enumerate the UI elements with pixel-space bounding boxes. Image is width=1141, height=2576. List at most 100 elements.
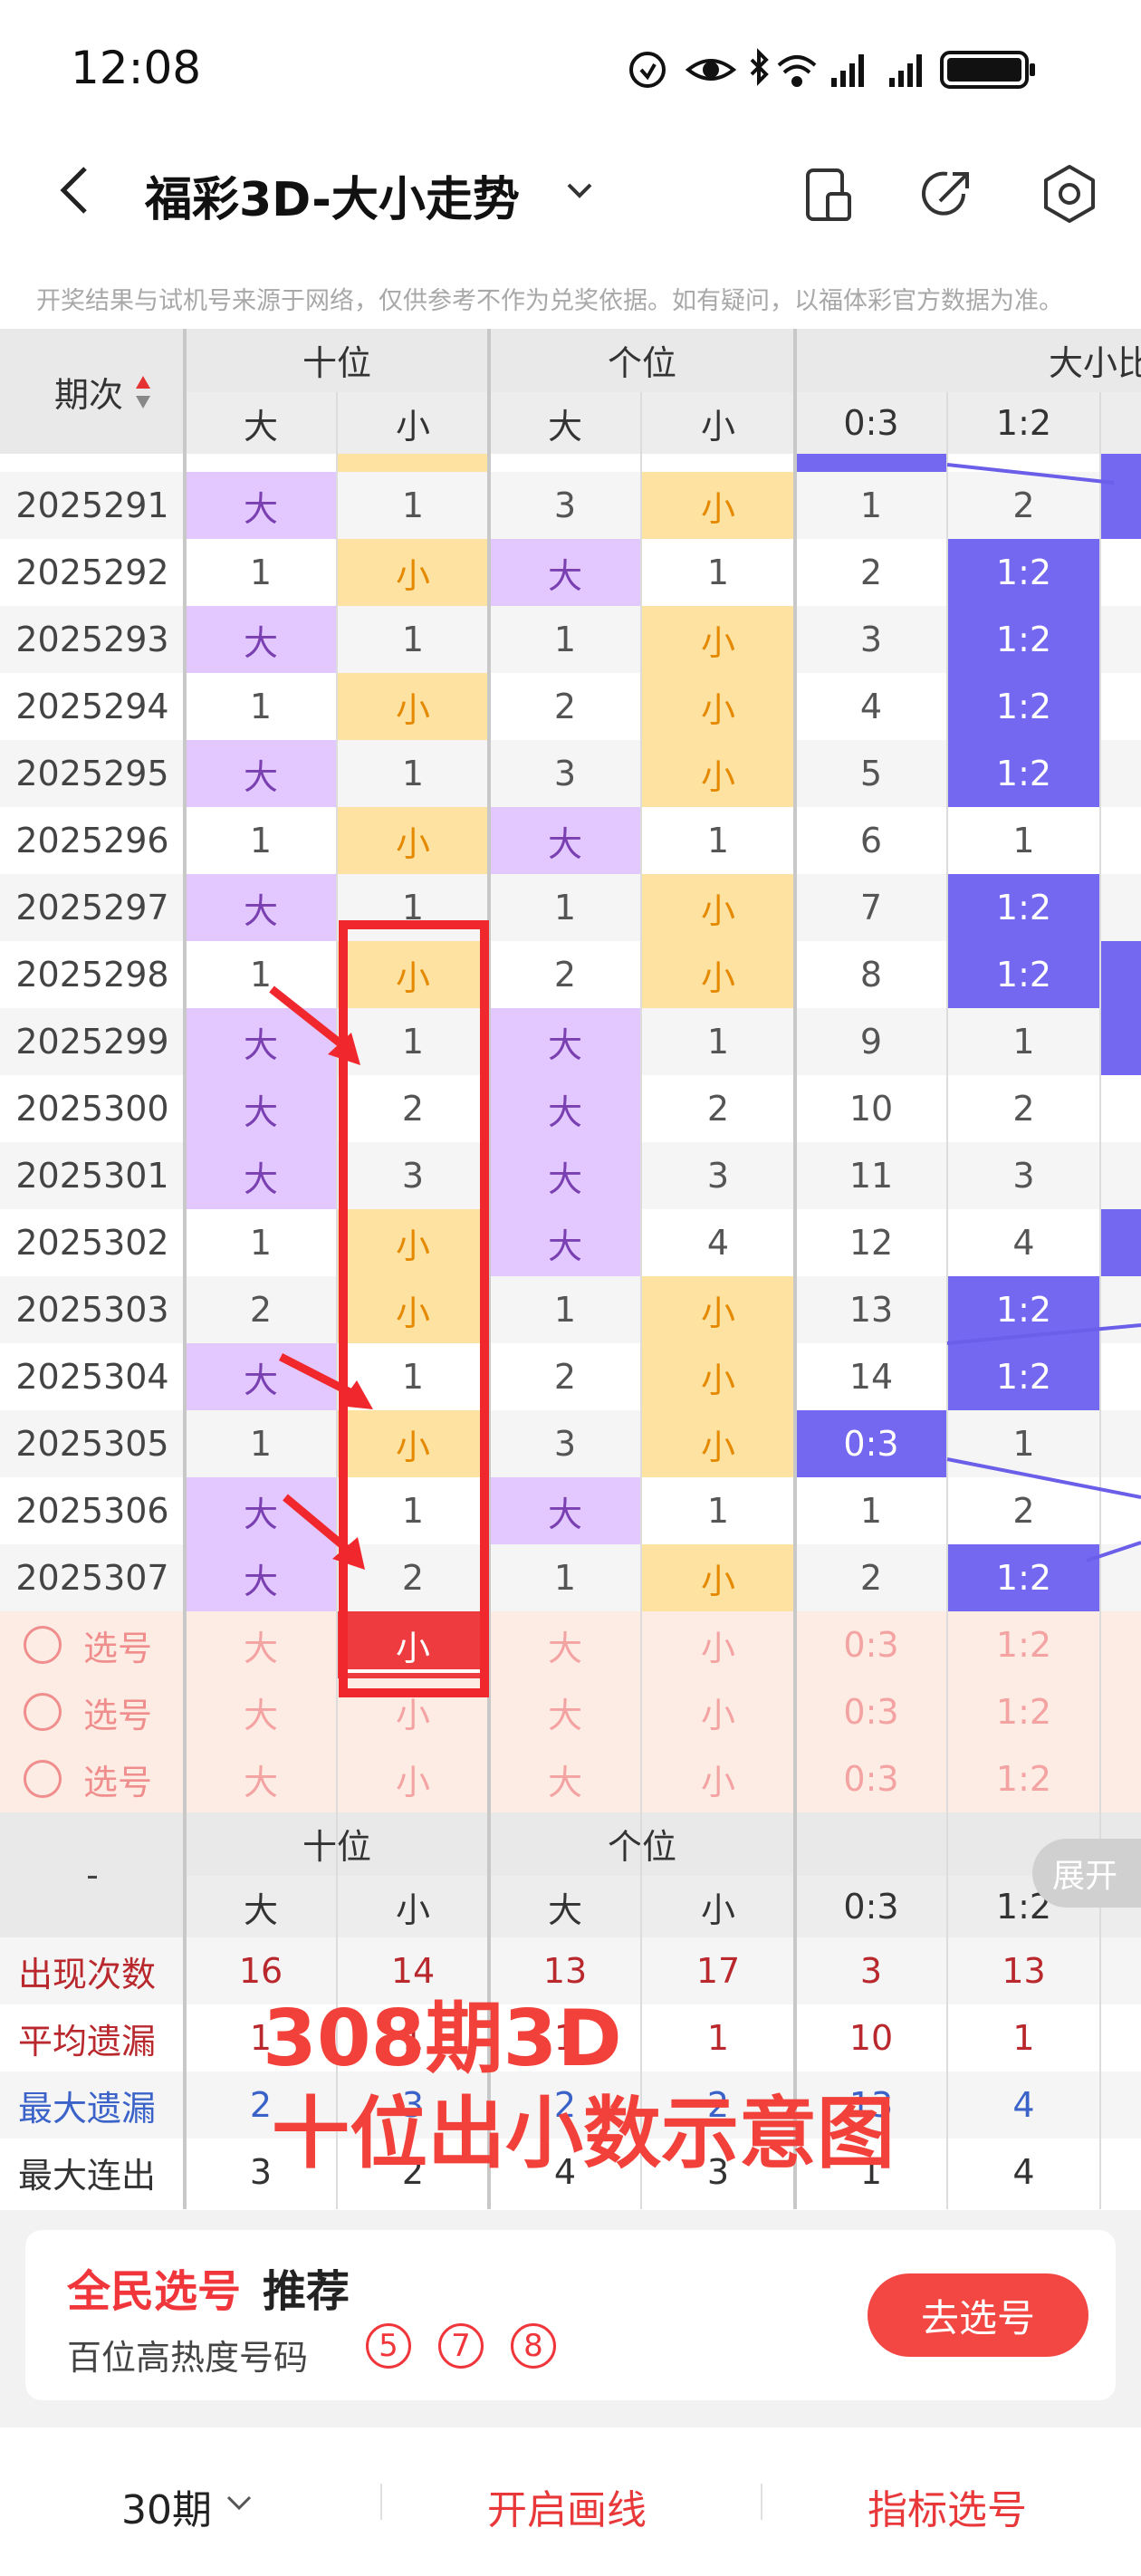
subheader-label: 小 [700, 406, 735, 447]
subheader-label: 0:3 [843, 1887, 899, 1927]
select-cell[interactable]: 大 [185, 1678, 337, 1745]
select-radio-icon[interactable] [24, 1760, 62, 1798]
trend-cell: 2 [859, 553, 883, 592]
select-cell[interactable]: 小 [641, 1745, 795, 1812]
trend-cell: 11 [849, 1156, 894, 1196]
settings-icon[interactable] [1037, 161, 1102, 226]
stat-label: 出现次数 [18, 1954, 157, 1994]
period-cell: 2025292 [15, 553, 169, 592]
trend-cell: 小 [641, 472, 795, 539]
select-radio-icon[interactable] [24, 1626, 62, 1664]
trend-table[interactable]: 期次 十位 个位 大小比大小大小 0:3 1:2 2025291 大 1 3 小 1 2 2025292 1… [0, 329, 1141, 2209]
select-cell[interactable]: 大 [489, 1745, 641, 1812]
period-cell: 2025298 [15, 955, 169, 995]
period-header[interactable]: 期次 [0, 329, 185, 454]
period-cell: 2025305 [15, 1424, 169, 1464]
subheader-label: 小 [395, 406, 430, 447]
trend-cell: 小 [641, 1343, 795, 1410]
select-cell[interactable]: 1:2 [947, 1745, 1100, 1812]
trend-cell: 0:3 [795, 1410, 947, 1477]
trend-cell: 大 [489, 1075, 641, 1142]
trend-cell: 12 [849, 1223, 894, 1263]
trend-cell: 2 [553, 687, 577, 726]
status-icons [629, 48, 1035, 89]
chevron-down-icon[interactable] [223, 2486, 255, 2519]
trend-cell: 大 [489, 1209, 641, 1276]
trend-cell: 1 [401, 620, 425, 659]
row-stub [1100, 454, 1141, 472]
trend-cell: 2 [1012, 1491, 1035, 1531]
trend-cell: 1 [401, 485, 425, 525]
select-cell[interactable]: 大 [489, 1611, 641, 1678]
back-icon[interactable] [51, 163, 105, 217]
sort-icon[interactable] [134, 374, 152, 410]
trend-cell: 大 [489, 1008, 641, 1075]
annotation-line2: 十位出小数示意图 [272, 2089, 895, 2179]
trend-cell: 小 [337, 673, 489, 740]
trend-cell: 大 [489, 807, 641, 874]
trend-cell: 1:2 [947, 874, 1100, 941]
trend-cell: 4 [1012, 1223, 1035, 1263]
period-cell: 2025297 [15, 888, 169, 928]
indicator-select-button[interactable]: 指标选号 [868, 2477, 1027, 2535]
period-cell: 2025295 [15, 754, 169, 793]
select-cell[interactable]: 1:2 [947, 1678, 1100, 1745]
go-select-button[interactable]: 去选号 [868, 2273, 1088, 2357]
select-cell[interactable]: 小 [641, 1678, 795, 1745]
trend-cell: 小 [641, 1410, 795, 1477]
trend-cell: 1:2 [947, 1276, 1100, 1343]
trend-cell: 大 [185, 472, 337, 539]
column-divider [946, 392, 948, 2209]
trend-cell: 小 [641, 941, 795, 1008]
expand-button[interactable]: 展开 [1032, 1839, 1141, 1908]
select-cell[interactable]: 1:2 [947, 1611, 1100, 1678]
select-label[interactable]: 选号 [83, 1745, 165, 1812]
trend-cell: 1 [249, 1223, 273, 1263]
arrow-icon [269, 985, 360, 1065]
select-cell[interactable]: 0:3 [795, 1745, 947, 1812]
stat-value: 1 [706, 2018, 730, 2058]
select-label[interactable]: 选号 [83, 1678, 165, 1745]
partial-cell [1100, 1008, 1141, 1075]
page-title[interactable]: 福彩3D-大小走势 [145, 161, 520, 229]
draw-line-button[interactable]: 开启画线 [487, 2477, 647, 2535]
wifi-icon [777, 55, 817, 87]
subheader-label: 0:3 [843, 403, 899, 443]
trend-cell: 1:2 [947, 740, 1100, 807]
period-cell: 2025291 [15, 485, 169, 525]
select-cell[interactable]: 0:3 [795, 1678, 947, 1745]
footer-dash: - [86, 1855, 99, 1895]
trend-cell: 小 [641, 673, 795, 740]
trend-cell: 2 [553, 1357, 577, 1397]
period-select[interactable]: 30期 [121, 2477, 212, 2535]
select-cell[interactable]: 小 [337, 1745, 489, 1812]
trend-cell: 大 [489, 1142, 641, 1209]
column-divider [183, 329, 187, 2209]
trend-cell: 1 [553, 620, 577, 659]
recommend-subtitle: 百位高热度号码 [67, 2338, 309, 2378]
subheader-label: 小 [395, 1889, 430, 1930]
hot-number-ball: 8 [511, 2323, 556, 2369]
select-cell[interactable]: 大 [185, 1611, 337, 1678]
period-cell: 2025296 [15, 821, 169, 860]
select-cell[interactable]: 大 [489, 1678, 641, 1745]
subheader-label: 小 [700, 1889, 735, 1930]
trend-cell: 小 [641, 874, 795, 941]
period-cell: 2025304 [15, 1357, 169, 1397]
phone-layout-icon[interactable] [797, 163, 860, 226]
trend-cell: 2 [1012, 1089, 1035, 1129]
share-icon[interactable] [915, 163, 978, 226]
select-label[interactable]: 选号 [83, 1611, 165, 1678]
select-radio-icon[interactable] [24, 1693, 62, 1731]
trend-cell: 9 [859, 1022, 883, 1062]
period-cell: 2025299 [15, 1022, 169, 1062]
chevron-down-icon[interactable] [561, 172, 598, 208]
group-header: 十位 [302, 342, 371, 383]
stat-value: 4 [1012, 2152, 1035, 2192]
stat-value: 17 [695, 1951, 741, 1991]
select-cell[interactable]: 0:3 [795, 1611, 947, 1678]
trend-cell: 10 [849, 1089, 894, 1129]
select-cell[interactable]: 大 [185, 1745, 337, 1812]
select-cell[interactable]: 小 [641, 1611, 795, 1678]
trend-cell: 1 [706, 553, 730, 592]
